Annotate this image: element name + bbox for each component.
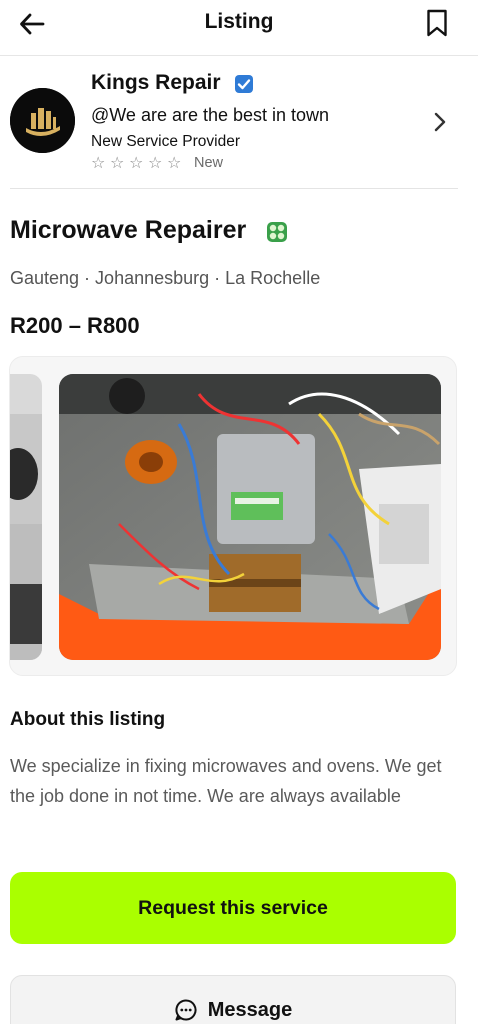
verified-badge-icon — [235, 75, 253, 93]
message-button[interactable]: Message — [10, 975, 456, 1024]
request-service-button[interactable]: Request this service — [10, 872, 456, 944]
star-icon: ☆ — [167, 153, 182, 172]
star-icon: ☆ — [110, 153, 125, 172]
provider-tagline: @We are are the best in town — [91, 105, 330, 125]
message-button-content: Message — [174, 998, 293, 1022]
listing-price: R200 – R800 — [10, 313, 140, 338]
listing-location: Gauteng · Johannesburg · La Rochelle — [10, 268, 321, 288]
star-icon: ☆ — [91, 153, 106, 172]
microwave-photo-image — [59, 374, 441, 660]
rating-label: New — [194, 155, 224, 171]
rating: ☆ ☆ ☆ ☆ ☆ New — [91, 154, 223, 172]
star-icon: ☆ — [129, 153, 144, 172]
star-icon: ☆ — [148, 153, 163, 172]
avatar — [10, 88, 75, 153]
top-bar: Listing — [0, 0, 478, 56]
previous-photo-image — [10, 374, 42, 660]
chat-bubble-icon — [175, 999, 197, 1021]
provider-name: Kings Repair — [91, 71, 221, 94]
listing-title: Microwave Repairer — [10, 216, 247, 244]
about-body: We specialize in fixing microwaves and o… — [10, 756, 442, 806]
message-label: Message — [207, 998, 293, 1021]
microwave-interior-photo[interactable] — [59, 374, 441, 660]
photo-gallery[interactable] — [9, 356, 457, 676]
chevron-right-icon[interactable] — [430, 110, 450, 134]
provider-status: New Service Provider — [91, 133, 241, 150]
page-title: Listing — [204, 10, 274, 33]
bookmark-icon — [427, 9, 447, 37]
bookmark-button[interactable] — [424, 7, 450, 39]
request-service-label: Request this service — [138, 896, 328, 919]
building-logo-icon — [10, 88, 75, 153]
green-service-icon — [267, 222, 287, 242]
previous-photo[interactable] — [10, 374, 42, 660]
divider — [10, 188, 458, 189]
about-heading: About this listing — [10, 709, 166, 730]
provider-card[interactable]: Kings Repair @We are are the best in tow… — [0, 58, 478, 188]
